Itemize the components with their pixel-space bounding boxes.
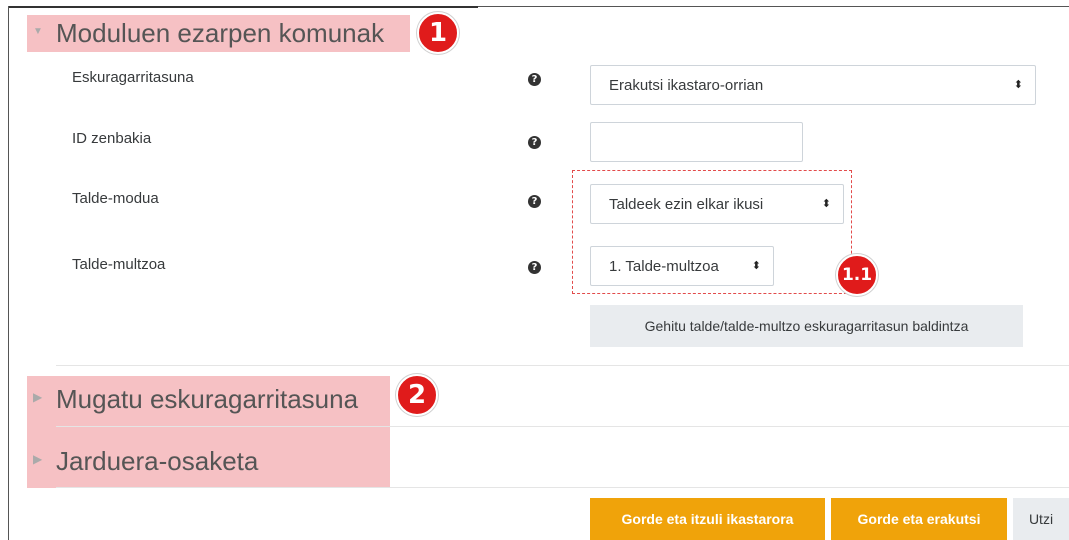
select-arrow-icon: ⬍ — [751, 259, 761, 272]
save-and-return-button[interactable]: Gorde eta itzuli ikastarora — [590, 498, 825, 540]
grouping-value: 1. Talde-multzoa — [609, 257, 719, 275]
expand-caret-icon[interactable]: ▶ — [33, 453, 42, 465]
help-icon[interactable]: ? — [528, 195, 541, 208]
cancel-button[interactable]: Utzi — [1013, 498, 1069, 540]
groupmode-select[interactable]: Taldeek ezin elkar ikusi ⬍ — [590, 184, 844, 224]
section-divider — [56, 365, 1069, 366]
add-group-restriction-button[interactable]: Gehitu talde/talde-multzo eskuragarritas… — [590, 305, 1023, 347]
help-icon[interactable]: ? — [528, 261, 541, 274]
section-divider — [56, 487, 1069, 488]
grouping-select[interactable]: 1. Talde-multzoa ⬍ — [590, 246, 774, 286]
collapse-caret-icon[interactable]: ▼ — [33, 27, 43, 37]
help-icon[interactable]: ? — [528, 136, 541, 149]
section-title-common[interactable]: Moduluen ezarpen komunak — [56, 20, 384, 46]
section-title-completion[interactable]: Jarduera-osaketa — [56, 448, 258, 474]
availability-value: Erakutsi ikastaro-orrian — [609, 76, 764, 94]
annotation-badge-1: 1 — [417, 12, 459, 54]
window-left-border — [8, 6, 9, 540]
groupmode-value: Taldeek ezin elkar ikusi — [609, 195, 764, 213]
section-title-restrict[interactable]: Mugatu eskuragarritasuna — [56, 386, 358, 412]
annotation-badge-1-1: 1.1 — [836, 254, 878, 296]
expand-caret-icon[interactable]: ▶ — [33, 391, 42, 403]
save-and-display-button[interactable]: Gorde eta erakutsi — [831, 498, 1007, 540]
availability-label: Eskuragarritasuna — [72, 69, 194, 86]
availability-select[interactable]: Erakutsi ikastaro-orrian ⬍ — [590, 65, 1036, 105]
idnumber-label: ID zenbakia — [72, 130, 152, 147]
annotation-badge-2: 2 — [396, 374, 438, 416]
select-arrow-icon: ⬍ — [1013, 78, 1023, 91]
section-divider — [56, 426, 1069, 427]
idnumber-input[interactable] — [590, 122, 803, 162]
window-top-accent — [8, 6, 478, 8]
select-arrow-icon: ⬍ — [821, 197, 831, 210]
grouping-label: Talde-multzoa — [72, 256, 166, 273]
help-icon[interactable]: ? — [528, 73, 541, 86]
groupmode-label: Talde-modua — [72, 190, 159, 207]
